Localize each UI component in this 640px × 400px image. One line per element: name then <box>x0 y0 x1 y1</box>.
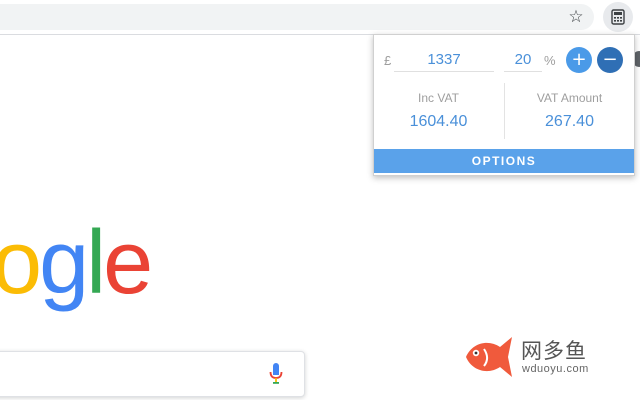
watermark-subtitle: wduoyu.com <box>522 363 589 375</box>
vat-amount-result: VAT Amount 267.40 <box>504 83 634 139</box>
fish-logo-icon <box>466 337 512 377</box>
vat-rate-input[interactable] <box>504 47 542 72</box>
subtract-vat-button[interactable]: − <box>597 47 623 73</box>
amount-input[interactable] <box>394 47 494 72</box>
inc-vat-result: Inc VAT 1604.40 <box>374 83 503 139</box>
vat-amount-value: 267.40 <box>545 113 594 130</box>
inc-vat-label: Inc VAT <box>418 91 459 105</box>
vat-calculator-popup: £ % + − Inc VAT 1604.40 VAT Amount 267.4… <box>373 34 635 176</box>
browser-toolbar: ☆ <box>0 0 640 35</box>
address-bar[interactable] <box>0 4 594 30</box>
star-icon[interactable]: ☆ <box>565 5 587 27</box>
microphone-icon[interactable] <box>268 362 284 386</box>
watermark-title: 网多鱼 <box>521 339 587 363</box>
calculator-icon <box>611 9 625 25</box>
calculator-extension-button[interactable] <box>603 2 633 32</box>
options-button[interactable]: OPTIONS <box>374 149 634 173</box>
google-logo: ogle <box>0 218 153 308</box>
logo-letter-o: o <box>0 213 42 313</box>
currency-symbol: £ <box>384 53 392 68</box>
percent-symbol: % <box>544 53 556 68</box>
google-search-box[interactable] <box>0 351 305 397</box>
logo-letter-e: e <box>103 213 153 313</box>
logo-letter-g: g <box>39 213 89 313</box>
watermark: 网多鱼 wduoyu.com <box>462 333 612 381</box>
inc-vat-value: 1604.40 <box>409 113 468 130</box>
vat-amount-label: VAT Amount <box>536 91 603 105</box>
browser-window: ☆ £ % + − Inc VAT 1604.40 VAT <box>0 0 640 400</box>
add-vat-button[interactable]: + <box>566 47 592 73</box>
logo-letter-l: l <box>86 213 106 313</box>
